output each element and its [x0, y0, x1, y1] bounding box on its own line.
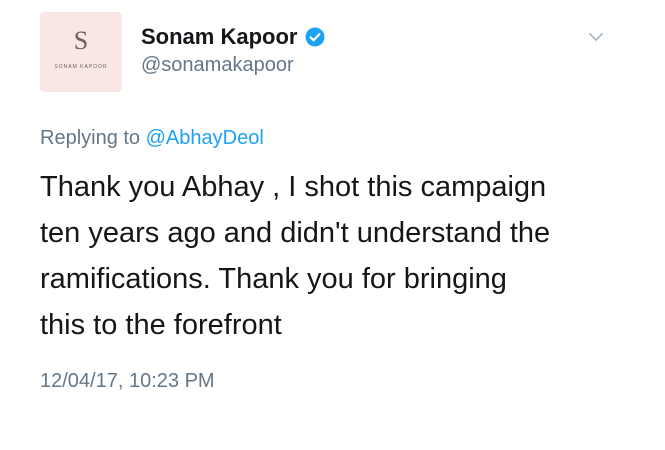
chevron-down-icon[interactable]	[587, 28, 605, 46]
tweet-text-line: ramifications. Thank you for bringing	[40, 263, 507, 295]
replying-to: Replying to @AbhayDeol	[40, 127, 264, 150]
avatar[interactable]: S SONAM KAPOOR	[40, 12, 122, 92]
avatar-monogram: S	[73, 26, 89, 55]
display-name[interactable]: Sonam Kapoor	[141, 24, 297, 50]
user-handle[interactable]: @sonamakapoor	[141, 54, 294, 77]
user-name-row: Sonam Kapoor	[141, 24, 325, 50]
reply-mention-link[interactable]: @AbhayDeol	[146, 127, 264, 149]
tweet-text-line: Thank you Abhay , I shot this campaign	[40, 171, 547, 203]
tweet-text-line: ten years ago and didn't understand the	[40, 217, 551, 249]
replying-to-label: Replying to	[40, 127, 141, 149]
tweet-text-line: this to the forefront	[40, 309, 282, 341]
tweet-timestamp[interactable]: 12/04/17, 10:23 PM	[40, 370, 215, 393]
tweet-text: Thank you Abhay , I shot this campaign t…	[40, 164, 640, 348]
avatar-wordmark: SONAM KAPOOR	[54, 64, 108, 70]
verified-badge-icon	[305, 27, 325, 47]
tweet-card: S SONAM KAPOOR Sonam Kapoor @sonamakapoo…	[0, 0, 665, 450]
